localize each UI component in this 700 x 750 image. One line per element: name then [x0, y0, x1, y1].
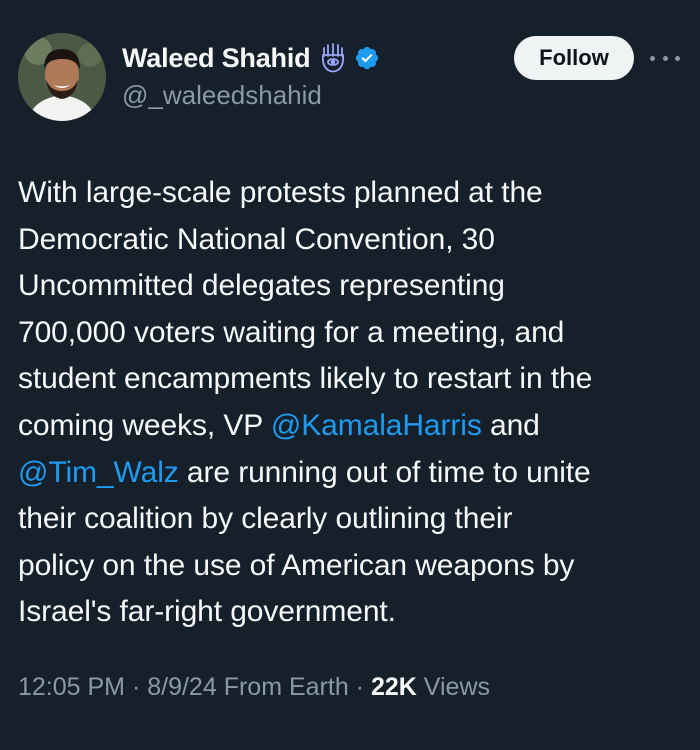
verified-badge-icon — [354, 45, 380, 71]
meta-separator: · — [125, 673, 148, 701]
follow-button[interactable]: Follow — [514, 36, 634, 80]
meta-separator: · — [348, 673, 371, 701]
mention-link-tim-walz[interactable]: @Tim_Walz — [18, 456, 179, 489]
tweet-line: coming weeks, VP @KamalaHarris and — [18, 403, 690, 450]
tweet-line: Democratic National Convention, 30 — [18, 222, 495, 256]
more-dot — [650, 55, 655, 61]
more-dot — [675, 55, 680, 61]
tweet-time[interactable]: 12:05 PM — [18, 673, 125, 701]
tweet-source: From Earth — [216, 673, 349, 701]
tweet-line: their coalition by clearly outlining the… — [18, 502, 513, 536]
tweet-line: With large-scale protests planned at the — [18, 176, 543, 209]
tweet-line: student encampments likely to restart in… — [18, 362, 593, 396]
tweet-date[interactable]: 8/9/24 — [147, 673, 217, 701]
mention-link-kamalaharris[interactable]: @KamalaHarris — [271, 409, 482, 442]
views-label: Views — [416, 673, 491, 701]
avatar[interactable] — [18, 33, 106, 121]
author-name-row: Waleed Shahid — [122, 40, 380, 76]
hamsa-icon — [318, 42, 348, 74]
tweet-meta: 12:05 PM · 8/9/24 From Earth · 22K Views — [18, 673, 490, 702]
tweet-line: @Tim_Walz are running out of time to uni… — [18, 450, 690, 497]
author-handle[interactable]: @_waleedshahid — [122, 80, 322, 111]
views-count[interactable]: 22K — [371, 673, 417, 701]
tweet-line: Uncommitted delegates representing — [18, 269, 505, 303]
tweet-text-fragment: are running out of time to unite — [178, 455, 591, 489]
tweet-text-fragment: coming weeks, VP — [18, 408, 271, 442]
author-display-name[interactable]: Waleed Shahid — [122, 43, 311, 74]
more-dot — [662, 55, 668, 61]
tweet-line: policy on the use of American weapons by — [18, 548, 575, 582]
tweet-card: Waleed Shahid @_waleedshahid Follow With… — [0, 0, 700, 750]
tweet-line: Israel's far-right government. — [18, 595, 396, 629]
tweet-body: With large-scale protests planned at the… — [18, 170, 690, 636]
tweet-text-fragment: and — [481, 408, 540, 442]
more-horizontal-icon[interactable] — [650, 50, 680, 66]
tweet-line: 700,000 voters waiting for a meeting, an… — [18, 315, 565, 349]
